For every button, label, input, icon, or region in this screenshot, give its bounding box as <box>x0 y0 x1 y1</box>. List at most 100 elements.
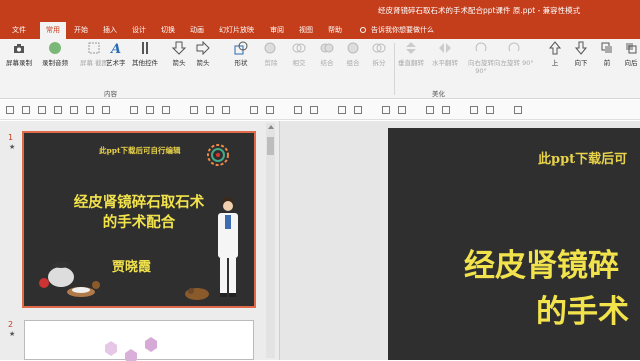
tell-me-text: 告诉我你想要做什么 <box>371 26 434 34</box>
arrow-down-button[interactable]: 箭头 <box>172 41 186 67</box>
tab-home[interactable]: 常用 <box>40 22 66 39</box>
layers-back-icon <box>626 43 637 54</box>
art-text-button[interactable]: A 艺术字 <box>106 41 126 67</box>
rotate-left-button[interactable]: 向左旋转 90° <box>494 41 534 67</box>
remove-button[interactable]: 剪除 <box>264 41 278 67</box>
send-back-button[interactable]: 向后 <box>624 41 638 67</box>
tab-view[interactable]: 视图 <box>299 25 313 35</box>
thumb-subtitle: 此ppt下载后可自行编辑 <box>99 146 181 155</box>
bring-up-button[interactable]: 上 <box>548 41 562 67</box>
tool-icon[interactable] <box>102 106 110 114</box>
tab-animations[interactable]: 动画 <box>190 25 204 35</box>
tab-file[interactable]: 文件 <box>12 25 26 35</box>
tool-icon[interactable] <box>514 106 522 114</box>
tab-review[interactable]: 审阅 <box>270 25 284 35</box>
main-slide-canvas[interactable]: 此ppt下载后可 经皮肾镜碎 的手术 <box>388 128 640 360</box>
tools-icon <box>142 42 148 54</box>
tool-icon[interactable] <box>222 106 230 114</box>
tool-icon[interactable] <box>338 106 346 114</box>
group-button[interactable]: 组合 <box>346 41 360 67</box>
screen-capture-button[interactable]: 屏幕 截图 <box>80 41 108 67</box>
combine-label: 结合 <box>320 59 334 67</box>
intersect-label: 相交 <box>292 59 306 67</box>
tab-design[interactable]: 设计 <box>132 25 146 35</box>
tool-icon[interactable] <box>470 106 478 114</box>
arrow-up-icon <box>548 41 562 55</box>
arrow-right-button[interactable]: 箭头 <box>196 41 210 67</box>
bring-up-label: 上 <box>551 59 559 67</box>
herbs-image <box>185 288 209 300</box>
doctor-figure-image <box>218 197 238 297</box>
animation-star-icon: ★ <box>9 143 16 151</box>
search-icon <box>360 27 366 33</box>
tool-icon[interactable] <box>146 106 154 114</box>
rotate-right-button[interactable]: 向右旋转 90° <box>466 41 496 75</box>
slide-number: 1 <box>8 133 14 142</box>
tool-icon[interactable] <box>162 106 170 114</box>
send-down-button[interactable]: 向下 <box>574 41 588 67</box>
tool-icon[interactable] <box>310 106 318 114</box>
other-controls-label: 其他控件 <box>132 59 158 67</box>
tool-icon[interactable] <box>398 106 406 114</box>
tool-icon[interactable] <box>250 106 258 114</box>
tell-me-box[interactable]: 告诉我你想要做什么 <box>360 25 434 35</box>
combine-button[interactable]: 结合 <box>320 41 334 67</box>
arrow-right-icon <box>196 41 210 55</box>
send-back-label: 向后 <box>624 59 638 67</box>
main-title-line1[interactable]: 经皮肾镜碎 <box>464 246 619 286</box>
shapes-button[interactable]: 形状 <box>234 41 248 67</box>
slide-thumbnail-1[interactable]: 此ppt下载后可自行编辑 经皮肾镜碎石取石术 的手术配合 贾晓霞 <box>22 131 256 308</box>
group-label: 组合 <box>346 59 360 67</box>
tool-icon[interactable] <box>206 106 214 114</box>
tab-insert[interactable]: 插入 <box>103 25 117 35</box>
tab-transitions[interactable]: 切换 <box>161 25 175 35</box>
tool-icon[interactable] <box>294 106 302 114</box>
thumbnail-scrollbar[interactable] <box>266 123 275 358</box>
screenshot-icon <box>88 42 100 54</box>
group-icon <box>347 42 359 54</box>
quick-toolbar <box>0 100 640 120</box>
split-button[interactable]: 拆分 <box>372 41 386 67</box>
tool-icon[interactable] <box>22 106 30 114</box>
tool-icon[interactable] <box>190 106 198 114</box>
tool-icon[interactable] <box>130 106 138 114</box>
split-icon <box>372 43 386 53</box>
flip-vertical-button[interactable]: 垂直翻转 <box>398 41 424 67</box>
tool-icon[interactable] <box>426 106 434 114</box>
tool-icon[interactable] <box>54 106 62 114</box>
arrow-down-small-icon <box>574 41 588 55</box>
tool-icon[interactable] <box>70 106 78 114</box>
scroll-thumb[interactable] <box>267 137 274 155</box>
flip-horizontal-button[interactable]: 水平翻转 <box>432 41 458 67</box>
intersect-button[interactable]: 相交 <box>292 41 306 67</box>
tool-icon[interactable] <box>354 106 362 114</box>
tool-icon[interactable] <box>86 106 94 114</box>
tool-icon[interactable] <box>266 106 274 114</box>
shapes-icon <box>234 41 248 55</box>
other-controls-button[interactable]: 其他控件 <box>132 41 158 67</box>
window-title: 经皮肾镜碎石取石术的手术配合ppt课件 原.ppt - 兼容性模式 <box>378 6 581 15</box>
bring-front-button[interactable]: 前 <box>600 41 614 67</box>
slide-number: 2 <box>8 320 14 329</box>
main-subtitle[interactable]: 此ppt下载后可 <box>538 148 627 167</box>
tool-icon[interactable] <box>38 106 46 114</box>
svg-text:A: A <box>109 42 121 55</box>
tab-slideshow[interactable]: 幻灯片放映 <box>219 25 254 35</box>
main-title-line2[interactable]: 的手术 <box>536 286 629 331</box>
tool-icon[interactable] <box>382 106 390 114</box>
subtract-icon <box>264 42 276 54</box>
group-label-beautify: 美化 <box>432 90 445 98</box>
tab-start[interactable]: 开始 <box>74 25 88 35</box>
scroll-up-icon[interactable] <box>268 125 274 129</box>
slide-thumbnail-2[interactable] <box>24 320 254 361</box>
tool-icon[interactable] <box>442 106 450 114</box>
layers-front-icon <box>601 42 612 53</box>
screen-record-button[interactable]: 屏幕录制 <box>6 41 32 67</box>
record-audio-button[interactable]: 录制音频 <box>42 41 68 67</box>
shapes-label: 形状 <box>234 59 248 67</box>
tool-icon[interactable] <box>6 106 14 114</box>
group-label-content: 内容 <box>104 90 117 98</box>
send-down-label: 向下 <box>574 59 588 67</box>
tab-help[interactable]: 帮助 <box>328 25 342 35</box>
tool-icon[interactable] <box>486 106 494 114</box>
